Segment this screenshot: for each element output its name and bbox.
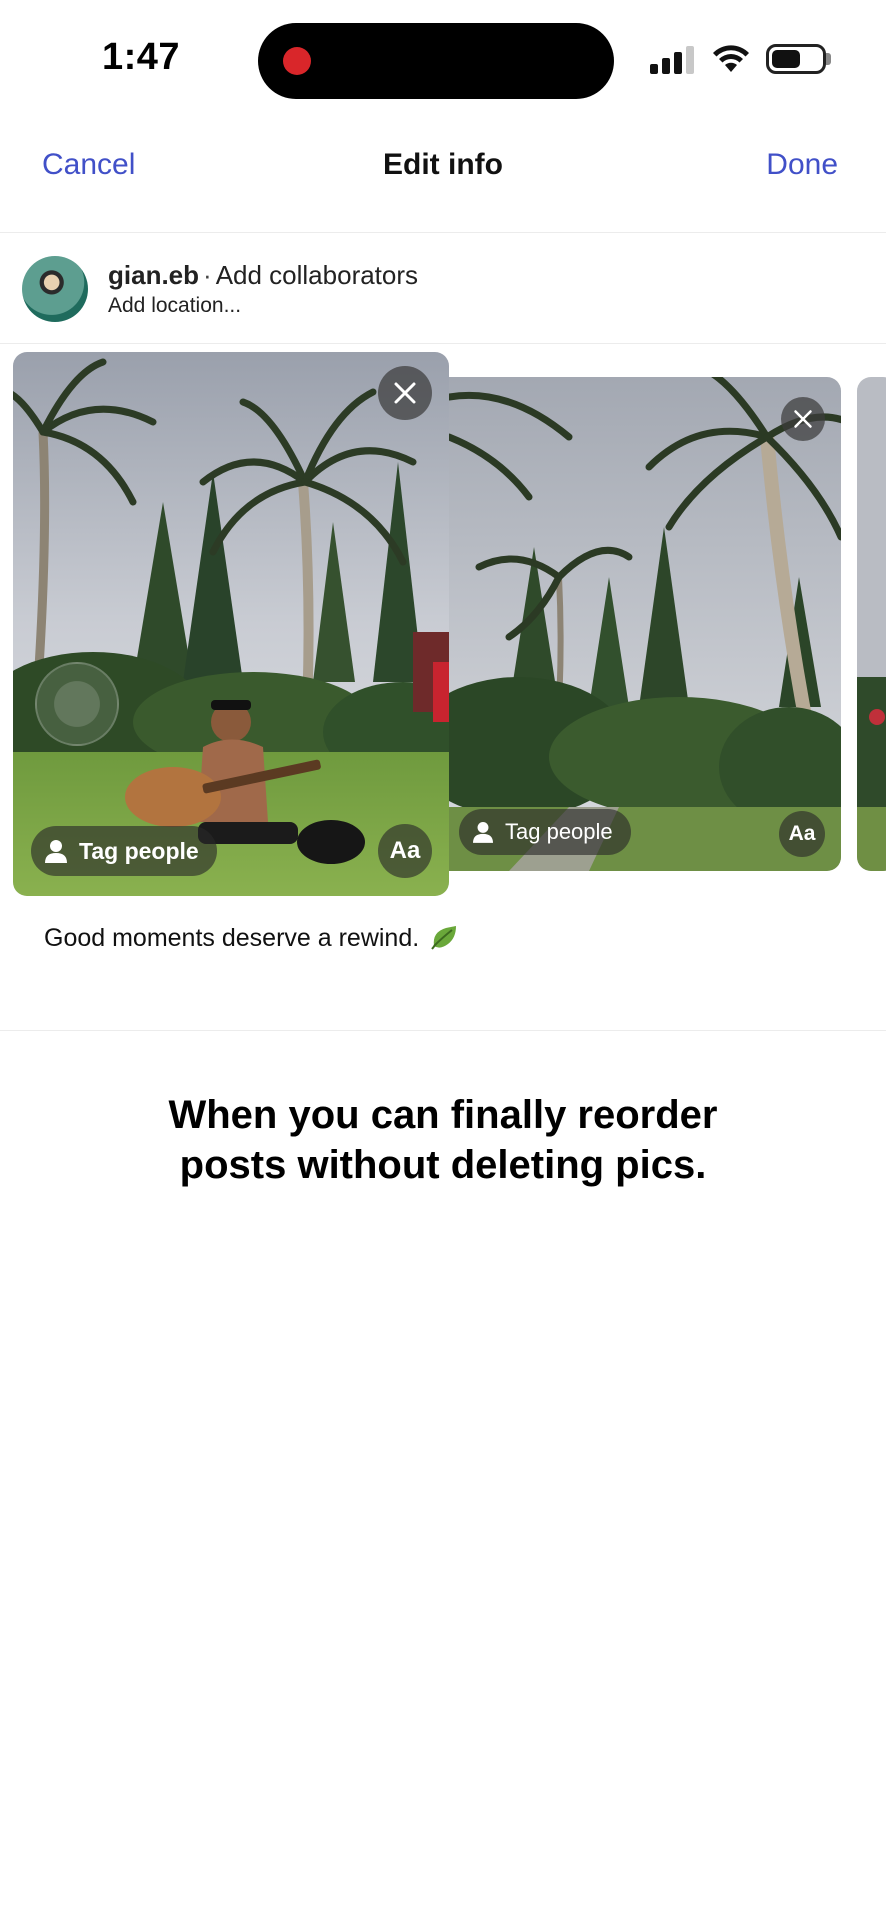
add-text-button[interactable]: Aa — [779, 811, 825, 857]
page-title: Edit info — [383, 148, 503, 181]
avatar[interactable] — [22, 256, 88, 322]
username[interactable]: gian.eb — [108, 260, 199, 290]
photo-guitar-garden — [13, 352, 449, 896]
separator: · — [203, 260, 212, 290]
caption-text[interactable]: Good moments deserve a rewind. — [44, 924, 458, 953]
person-icon — [45, 840, 67, 863]
remove-media-2-button[interactable] — [781, 397, 825, 441]
close-icon — [394, 382, 416, 404]
media-carousel[interactable]: Tag people Aa Tag people Aa — [0, 350, 886, 900]
wifi-icon — [713, 45, 749, 72]
done-button[interactable]: Done — [766, 148, 838, 182]
media-item-3[interactable] — [857, 377, 886, 871]
status-time: 1:47 — [102, 36, 181, 78]
overlay-line-2: posts without deleting pics. — [179, 1143, 707, 1187]
caption-body: Good moments deserve a rewind. — [44, 924, 420, 952]
person-icon — [473, 822, 493, 843]
caption-divider — [0, 1030, 886, 1031]
recording-indicator-icon — [283, 47, 311, 75]
header-divider — [0, 232, 886, 233]
status-bar: 1:47 — [0, 0, 886, 110]
photo-partial — [857, 377, 886, 871]
battery-cap — [826, 53, 831, 65]
add-text-button[interactable]: Aa — [378, 824, 432, 878]
overlay-line-1: When you can finally reorder — [168, 1093, 718, 1137]
leaf-icon — [431, 926, 457, 950]
author-divider — [0, 343, 886, 344]
media-item-2[interactable]: Tag people Aa — [449, 377, 841, 871]
author-row: gian.eb · Add collaborators Add location..… — [0, 236, 886, 344]
cancel-button[interactable]: Cancel — [42, 148, 135, 182]
tag-people-button[interactable]: Tag people — [31, 826, 217, 876]
tag-people-label: Tag people — [505, 819, 613, 844]
remove-media-1-button[interactable] — [378, 366, 432, 420]
tag-people-button[interactable]: Tag people — [459, 809, 631, 855]
photo-palm-garden — [449, 377, 841, 871]
overlay-caption: When you can finally reorder posts witho… — [0, 1090, 886, 1190]
dynamic-island — [258, 23, 614, 99]
add-location-button[interactable]: Add location... — [108, 294, 241, 318]
battery-icon — [766, 44, 826, 74]
cellular-signal-icon — [650, 46, 696, 74]
close-icon — [794, 410, 812, 428]
nav-header: Cancel Edit info Done — [0, 130, 886, 200]
drag-handle[interactable] — [35, 662, 119, 746]
tag-people-label: Tag people — [79, 837, 199, 864]
media-item-1[interactable]: Tag people Aa — [13, 352, 449, 896]
author-line: gian.eb · Add collaborators — [108, 260, 418, 291]
add-collaborators-button[interactable]: Add collaborators — [216, 260, 418, 290]
